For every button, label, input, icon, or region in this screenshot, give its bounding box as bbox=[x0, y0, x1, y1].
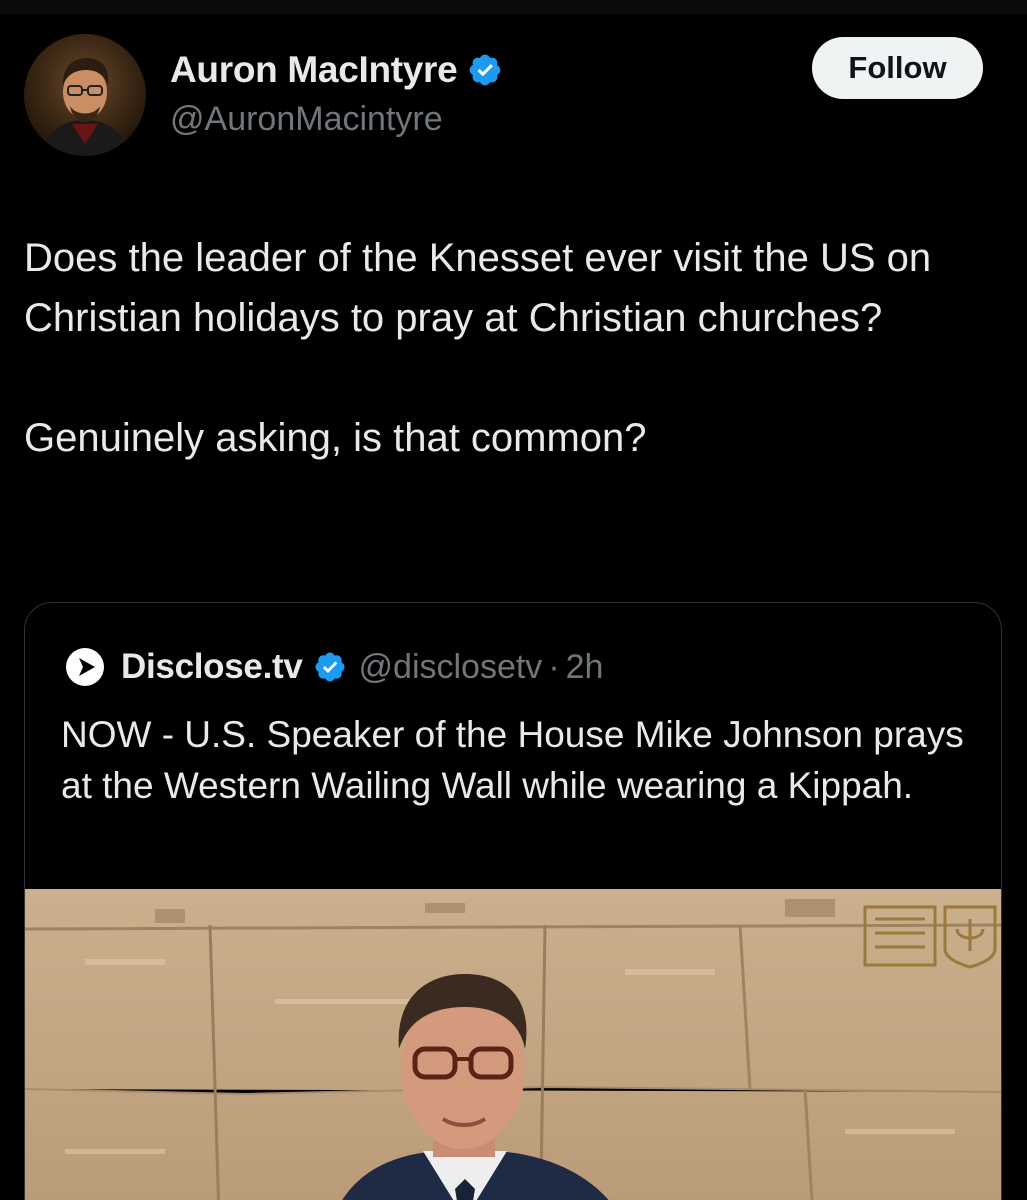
quoted-tweet-header: Disclose.tv @disclosetv · 2h bbox=[65, 643, 603, 691]
follow-button[interactable]: Follow bbox=[812, 37, 983, 99]
author-name[interactable]: Auron MacIntyre bbox=[170, 49, 458, 91]
tweet-body: Does the leader of the Knesset ever visi… bbox=[24, 228, 1004, 468]
author-avatar[interactable] bbox=[24, 34, 146, 156]
quoted-tweet-text: NOW - U.S. Speaker of the House Mike Joh… bbox=[61, 714, 964, 806]
disclose-logo-icon bbox=[66, 648, 104, 686]
author-name-row[interactable]: Auron MacIntyre bbox=[170, 46, 503, 94]
quoted-timestamp[interactable]: 2h bbox=[566, 648, 604, 687]
tweet-paragraph: Genuinely asking, is that common? bbox=[24, 416, 647, 460]
quoted-author-name[interactable]: Disclose.tv bbox=[121, 647, 303, 687]
video-thumbnail-icon bbox=[25, 889, 1001, 1200]
status-bar-strip bbox=[0, 0, 1027, 14]
dot-separator: · bbox=[548, 647, 560, 686]
quoted-media-thumbnail[interactable] bbox=[25, 889, 1001, 1200]
verified-badge-icon bbox=[314, 652, 345, 682]
profile-photo-icon bbox=[24, 34, 146, 156]
verified-badge-icon bbox=[470, 54, 501, 86]
quoted-author-handle[interactable]: @disclosetv bbox=[359, 648, 543, 687]
quoted-tweet-card[interactable]: Disclose.tv @disclosetv · 2h NOW - U.S. … bbox=[24, 602, 1002, 1200]
author-handle[interactable]: @AuronMacintyre bbox=[170, 100, 443, 139]
tweet-paragraph: Does the leader of the Knesset ever visi… bbox=[24, 236, 932, 340]
